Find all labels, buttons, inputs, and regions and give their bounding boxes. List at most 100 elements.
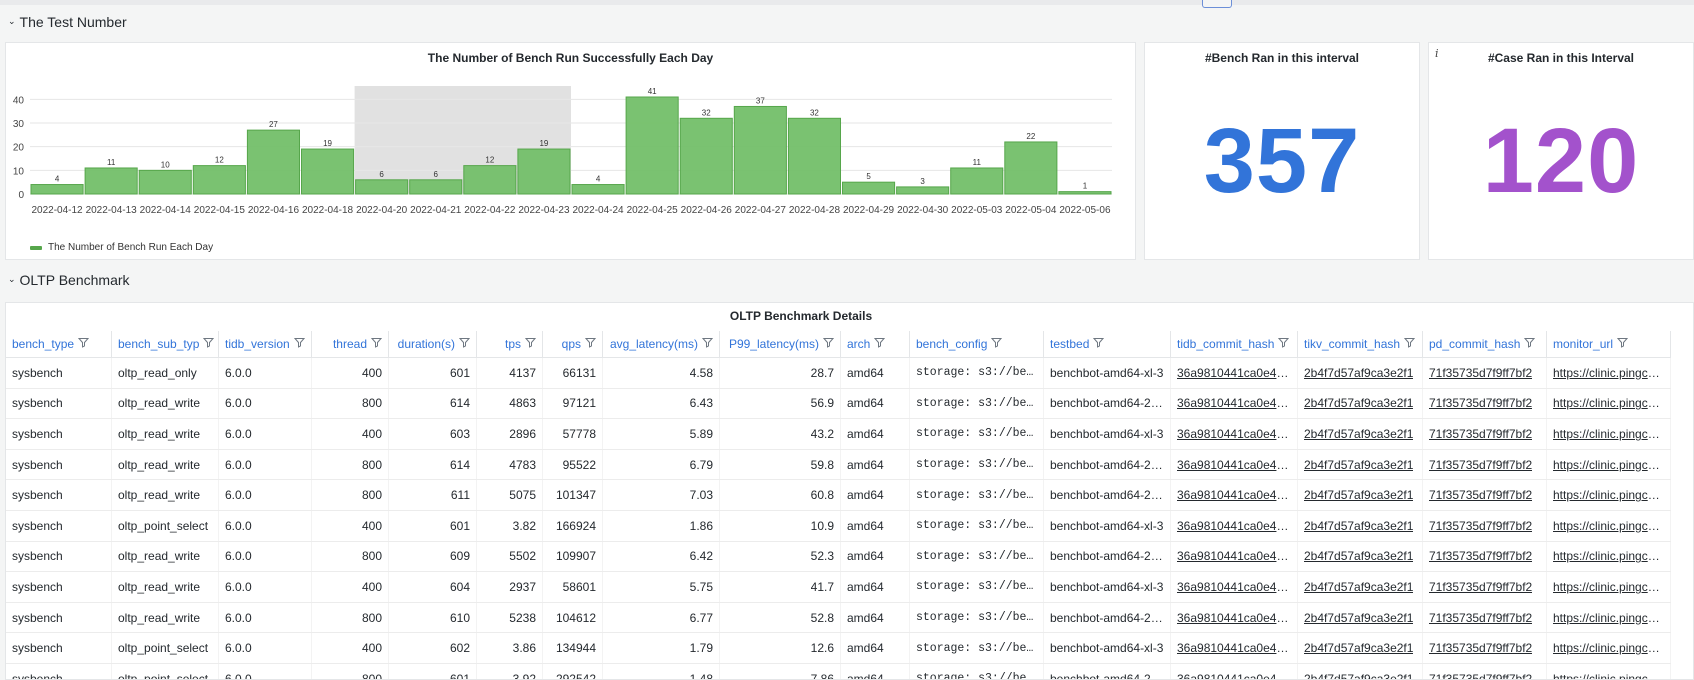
column-header[interactable]: tidb_commit_hash (1171, 331, 1298, 357)
column-header[interactable]: tps (477, 331, 543, 357)
table-cell[interactable]: 71f35735d7f9ff7bf2 (1423, 602, 1547, 633)
table-cell[interactable]: 71f35735d7f9ff7bf2 (1423, 480, 1547, 510)
table-cell[interactable]: 2b4f7d57af9ca3e2f1 (1298, 388, 1423, 419)
cell-link[interactable]: 36a9810441ca0e49b3 (1177, 519, 1291, 533)
table-cell[interactable]: 71f35735d7f9ff7bf2 (1423, 419, 1547, 449)
cell-link[interactable]: 2b4f7d57af9ca3e2f1 (1304, 427, 1413, 441)
filter-icon[interactable] (524, 337, 537, 351)
column-header[interactable]: qps (543, 331, 603, 357)
table-cell[interactable]: https://clinic.pingcap.com (1547, 480, 1671, 510)
column-header-label[interactable]: duration(s) (398, 337, 455, 351)
cell-link[interactable]: https://clinic.pingcap.com (1553, 488, 1664, 502)
column-header-label[interactable]: monitor_url (1553, 337, 1613, 351)
table-cell[interactable]: 71f35735d7f9ff7bf2 (1423, 449, 1547, 480)
table-row[interactable]: sysbench oltp_read_write 6.0.0 800 609 5502 10… (6, 541, 1671, 573)
chevron-down-icon[interactable]: ⌄ (8, 16, 16, 27)
cell-link[interactable]: https://clinic.pingcap.com (1553, 580, 1664, 594)
table-cell[interactable]: 2b4f7d57af9ca3e2f1 (1298, 510, 1423, 541)
table-cell[interactable]: 71f35735d7f9ff7bf2 (1423, 572, 1547, 602)
table-cell[interactable]: 71f35735d7f9ff7bf2 (1423, 541, 1547, 572)
table-cell[interactable]: 36a9810441ca0e49b3 (1171, 602, 1298, 633)
cell-link[interactable]: 2b4f7d57af9ca3e2f1 (1304, 366, 1413, 380)
table-cell[interactable]: https://clinic.pingcap.com (1547, 572, 1671, 602)
cell-link[interactable]: https://clinic.pingcap.com (1553, 641, 1664, 655)
cell-link[interactable]: 2b4f7d57af9ca3e2f1 (1304, 611, 1413, 625)
cell-link[interactable]: 36a9810441ca0e49b3 (1177, 641, 1291, 655)
cell-link[interactable]: 71f35735d7f9ff7bf2 (1429, 366, 1532, 380)
column-header[interactable]: tikv_commit_hash (1298, 331, 1423, 357)
table-cell[interactable]: 36a9810441ca0e49b3 (1171, 510, 1298, 541)
cell-link[interactable]: 36a9810441ca0e49b3 (1177, 611, 1291, 625)
column-header-label[interactable]: pd_commit_hash (1429, 337, 1520, 351)
table-cell[interactable]: 36a9810441ca0e49b3 (1171, 572, 1298, 602)
cell-link[interactable]: 36a9810441ca0e49b3 (1177, 396, 1291, 410)
panel-title[interactable]: OLTP Benchmark Details (6, 309, 1596, 323)
table-cell[interactable]: 2b4f7d57af9ca3e2f1 (1298, 449, 1423, 480)
table-row[interactable]: sysbench oltp_point_select 6.0.0 400 601 3.82… (6, 510, 1671, 542)
column-header-label[interactable]: P99_latency(ms) (729, 337, 819, 351)
table-cell[interactable]: 2b4f7d57af9ca3e2f1 (1298, 663, 1423, 679)
column-header[interactable]: P99_latency(ms) (720, 331, 841, 357)
table-cell[interactable]: 36a9810441ca0e49b3 (1171, 633, 1298, 663)
cell-link[interactable]: 2b4f7d57af9ca3e2f1 (1304, 580, 1413, 594)
table-row[interactable]: sysbench oltp_read_write 6.0.0 800 614 4783 95… (6, 449, 1671, 481)
table-cell[interactable]: https://clinic.pingcap.com (1547, 541, 1671, 572)
table-cell[interactable]: 71f35735d7f9ff7bf2 (1423, 388, 1547, 419)
cell-link[interactable]: 2b4f7d57af9ca3e2f1 (1304, 458, 1413, 472)
table-row[interactable]: sysbench oltp_read_write 6.0.0 800 610 5238 10… (6, 602, 1671, 634)
filter-icon[interactable] (458, 337, 471, 351)
cell-link[interactable]: https://clinic.pingcap.com (1553, 396, 1664, 410)
table-cell[interactable]: 2b4f7d57af9ca3e2f1 (1298, 358, 1423, 388)
table-cell[interactable]: https://clinic.pingcap.com (1547, 663, 1671, 679)
table-cell[interactable]: 71f35735d7f9ff7bf2 (1423, 633, 1547, 663)
column-header-label[interactable]: arch (847, 337, 870, 351)
filter-icon[interactable] (1278, 337, 1290, 351)
cell-link[interactable]: 2b4f7d57af9ca3e2f1 (1304, 396, 1413, 410)
table-cell[interactable]: 2b4f7d57af9ca3e2f1 (1298, 541, 1423, 572)
column-header-label[interactable]: bench_type (12, 337, 74, 351)
bar-chart[interactable]: 0 10 20 30 40 4 2022-04-12 11 2022-04-13 10 2022-0… (6, 43, 1137, 261)
cell-link[interactable]: https://clinic.pingcap.com (1553, 366, 1664, 380)
filter-icon[interactable] (370, 337, 383, 351)
panel-title[interactable]: #Case Ran in this Interval (1429, 51, 1693, 65)
filter-icon[interactable] (1524, 337, 1536, 351)
cell-link[interactable]: https://clinic.pingcap.com (1553, 549, 1664, 563)
time-range-marker[interactable] (1202, 0, 1232, 8)
column-header-label[interactable]: bench_sub_typ (118, 337, 199, 351)
column-header[interactable]: avg_latency(ms) (603, 331, 720, 357)
filter-icon[interactable] (874, 337, 886, 351)
cell-link[interactable]: 36a9810441ca0e49b3 (1177, 427, 1291, 441)
table-cell[interactable]: 2b4f7d57af9ca3e2f1 (1298, 572, 1423, 602)
cell-link[interactable]: 71f35735d7f9ff7bf2 (1429, 672, 1532, 679)
cell-link[interactable]: https://clinic.pingcap.com (1553, 427, 1664, 441)
cell-link[interactable]: 71f35735d7f9ff7bf2 (1429, 641, 1532, 655)
table-cell[interactable]: 36a9810441ca0e49b3 (1171, 449, 1298, 480)
column-header-label[interactable]: tps (505, 337, 521, 351)
table-row[interactable]: sysbench oltp_point_select 6.0.0 800 601 3.92… (6, 663, 1671, 679)
cell-link[interactable]: 71f35735d7f9ff7bf2 (1429, 488, 1532, 502)
table-cell[interactable]: https://clinic.pingcap.com (1547, 449, 1671, 480)
column-header[interactable]: duration(s) (389, 331, 477, 357)
row-header-oltp-benchmark[interactable]: ⌄ OLTP Benchmark (0, 266, 130, 294)
table-cell[interactable]: 2b4f7d57af9ca3e2f1 (1298, 480, 1423, 510)
column-header-label[interactable]: qps (562, 337, 581, 351)
cell-link[interactable]: 2b4f7d57af9ca3e2f1 (1304, 519, 1413, 533)
column-header[interactable]: monitor_url (1547, 331, 1671, 357)
table-cell[interactable]: 71f35735d7f9ff7bf2 (1423, 663, 1547, 679)
filter-icon[interactable] (701, 337, 714, 351)
table-cell[interactable]: https://clinic.pingcap.com (1547, 419, 1671, 449)
cell-link[interactable]: 71f35735d7f9ff7bf2 (1429, 427, 1532, 441)
table-row[interactable]: sysbench oltp_read_write 6.0.0 400 603 2896 57… (6, 419, 1671, 450)
chevron-down-icon[interactable]: ⌄ (8, 274, 16, 285)
column-header[interactable]: bench_sub_typ (112, 331, 219, 357)
cell-link[interactable]: 36a9810441ca0e49b3 (1177, 580, 1291, 594)
table-cell[interactable]: 71f35735d7f9ff7bf2 (1423, 358, 1547, 388)
cell-link[interactable]: 36a9810441ca0e49b3 (1177, 549, 1291, 563)
table-cell[interactable]: 71f35735d7f9ff7bf2 (1423, 510, 1547, 541)
table-cell[interactable]: 36a9810441ca0e49b3 (1171, 358, 1298, 388)
table-cell[interactable]: https://clinic.pingcap.com (1547, 510, 1671, 541)
chart-legend[interactable]: The Number of Bench Run Each Day (30, 242, 213, 253)
column-header-label[interactable]: bench_config (916, 337, 987, 351)
table-cell[interactable]: 36a9810441ca0e49b3 (1171, 419, 1298, 449)
filter-icon[interactable] (293, 337, 305, 351)
